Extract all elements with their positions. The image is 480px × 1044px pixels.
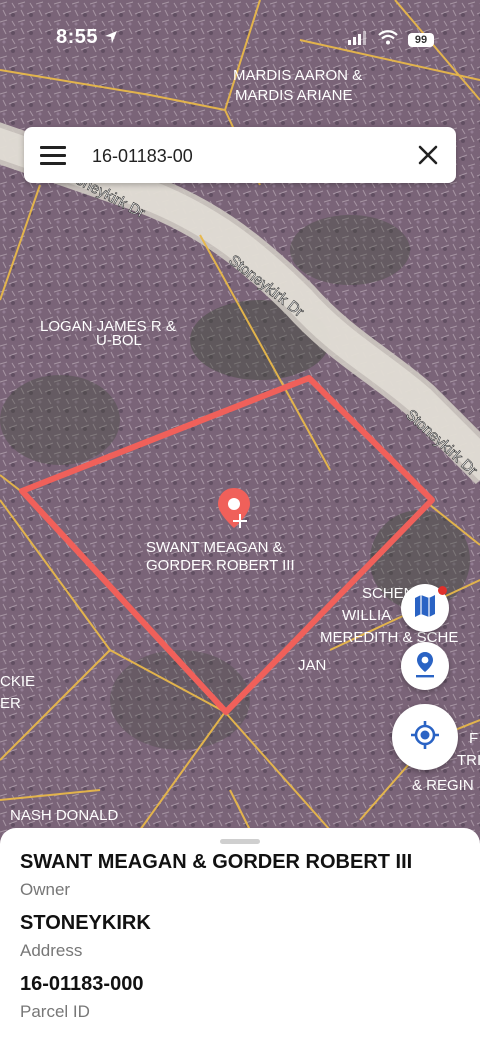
notification-dot (438, 586, 447, 595)
wifi-icon (378, 30, 398, 50)
crosshair-location-icon (410, 720, 440, 755)
parcel-label: ER (0, 695, 21, 712)
close-icon[interactable] (416, 143, 440, 167)
battery-indicator: 99 (408, 33, 434, 47)
parcel-id-label: Parcel ID (20, 1002, 90, 1021)
parcel-details-sheet[interactable]: SWANT MEAGAN & GORDER ROBERT III Owner S… (0, 828, 480, 1044)
parcel-label: F (469, 730, 478, 747)
owner-value: SWANT MEAGAN & GORDER ROBERT III (20, 851, 413, 873)
pin-icon (414, 650, 436, 683)
map-layers-button[interactable] (401, 584, 449, 632)
parcel-label: GORDER ROBERT III (146, 557, 295, 574)
parcel-label: U-BOL (96, 332, 142, 349)
tree-patch (0, 375, 120, 465)
my-location-button[interactable] (392, 704, 458, 770)
parcel-label: NASH DONALD (10, 807, 119, 824)
address-value: STONEYKIRK (20, 912, 151, 934)
location-arrow-icon (104, 30, 118, 49)
parcel-label: MARDIS AARON & (233, 67, 362, 84)
tree-patch (290, 215, 410, 285)
parcel-label: CKIE (0, 673, 35, 690)
parcel-label: JAN (298, 657, 326, 674)
sheet-drag-handle[interactable] (220, 839, 260, 844)
map-icon (414, 594, 436, 623)
status-bar: 8:55 99 (0, 0, 480, 64)
parcel-id-value: 16-01183-000 (20, 973, 144, 995)
parcel-label: MEREDITH & SCHE (320, 629, 458, 646)
search-bar (24, 127, 456, 183)
signal-icon (348, 30, 368, 50)
status-time: 8:55 (56, 26, 99, 48)
owner-label: Owner (20, 880, 71, 899)
address-label: Address (20, 941, 83, 960)
menu-icon[interactable] (40, 143, 66, 167)
search-input[interactable] (90, 139, 394, 173)
marker-button[interactable] (401, 642, 449, 690)
parcel-label: & REGIN (412, 777, 474, 794)
parcel-label: WILLIA (342, 607, 391, 624)
parcel-label: TRI (457, 752, 480, 769)
parcel-label: MARDIS ARIANE (235, 87, 353, 104)
parcel-label: SWANT MEAGAN & (146, 539, 283, 556)
